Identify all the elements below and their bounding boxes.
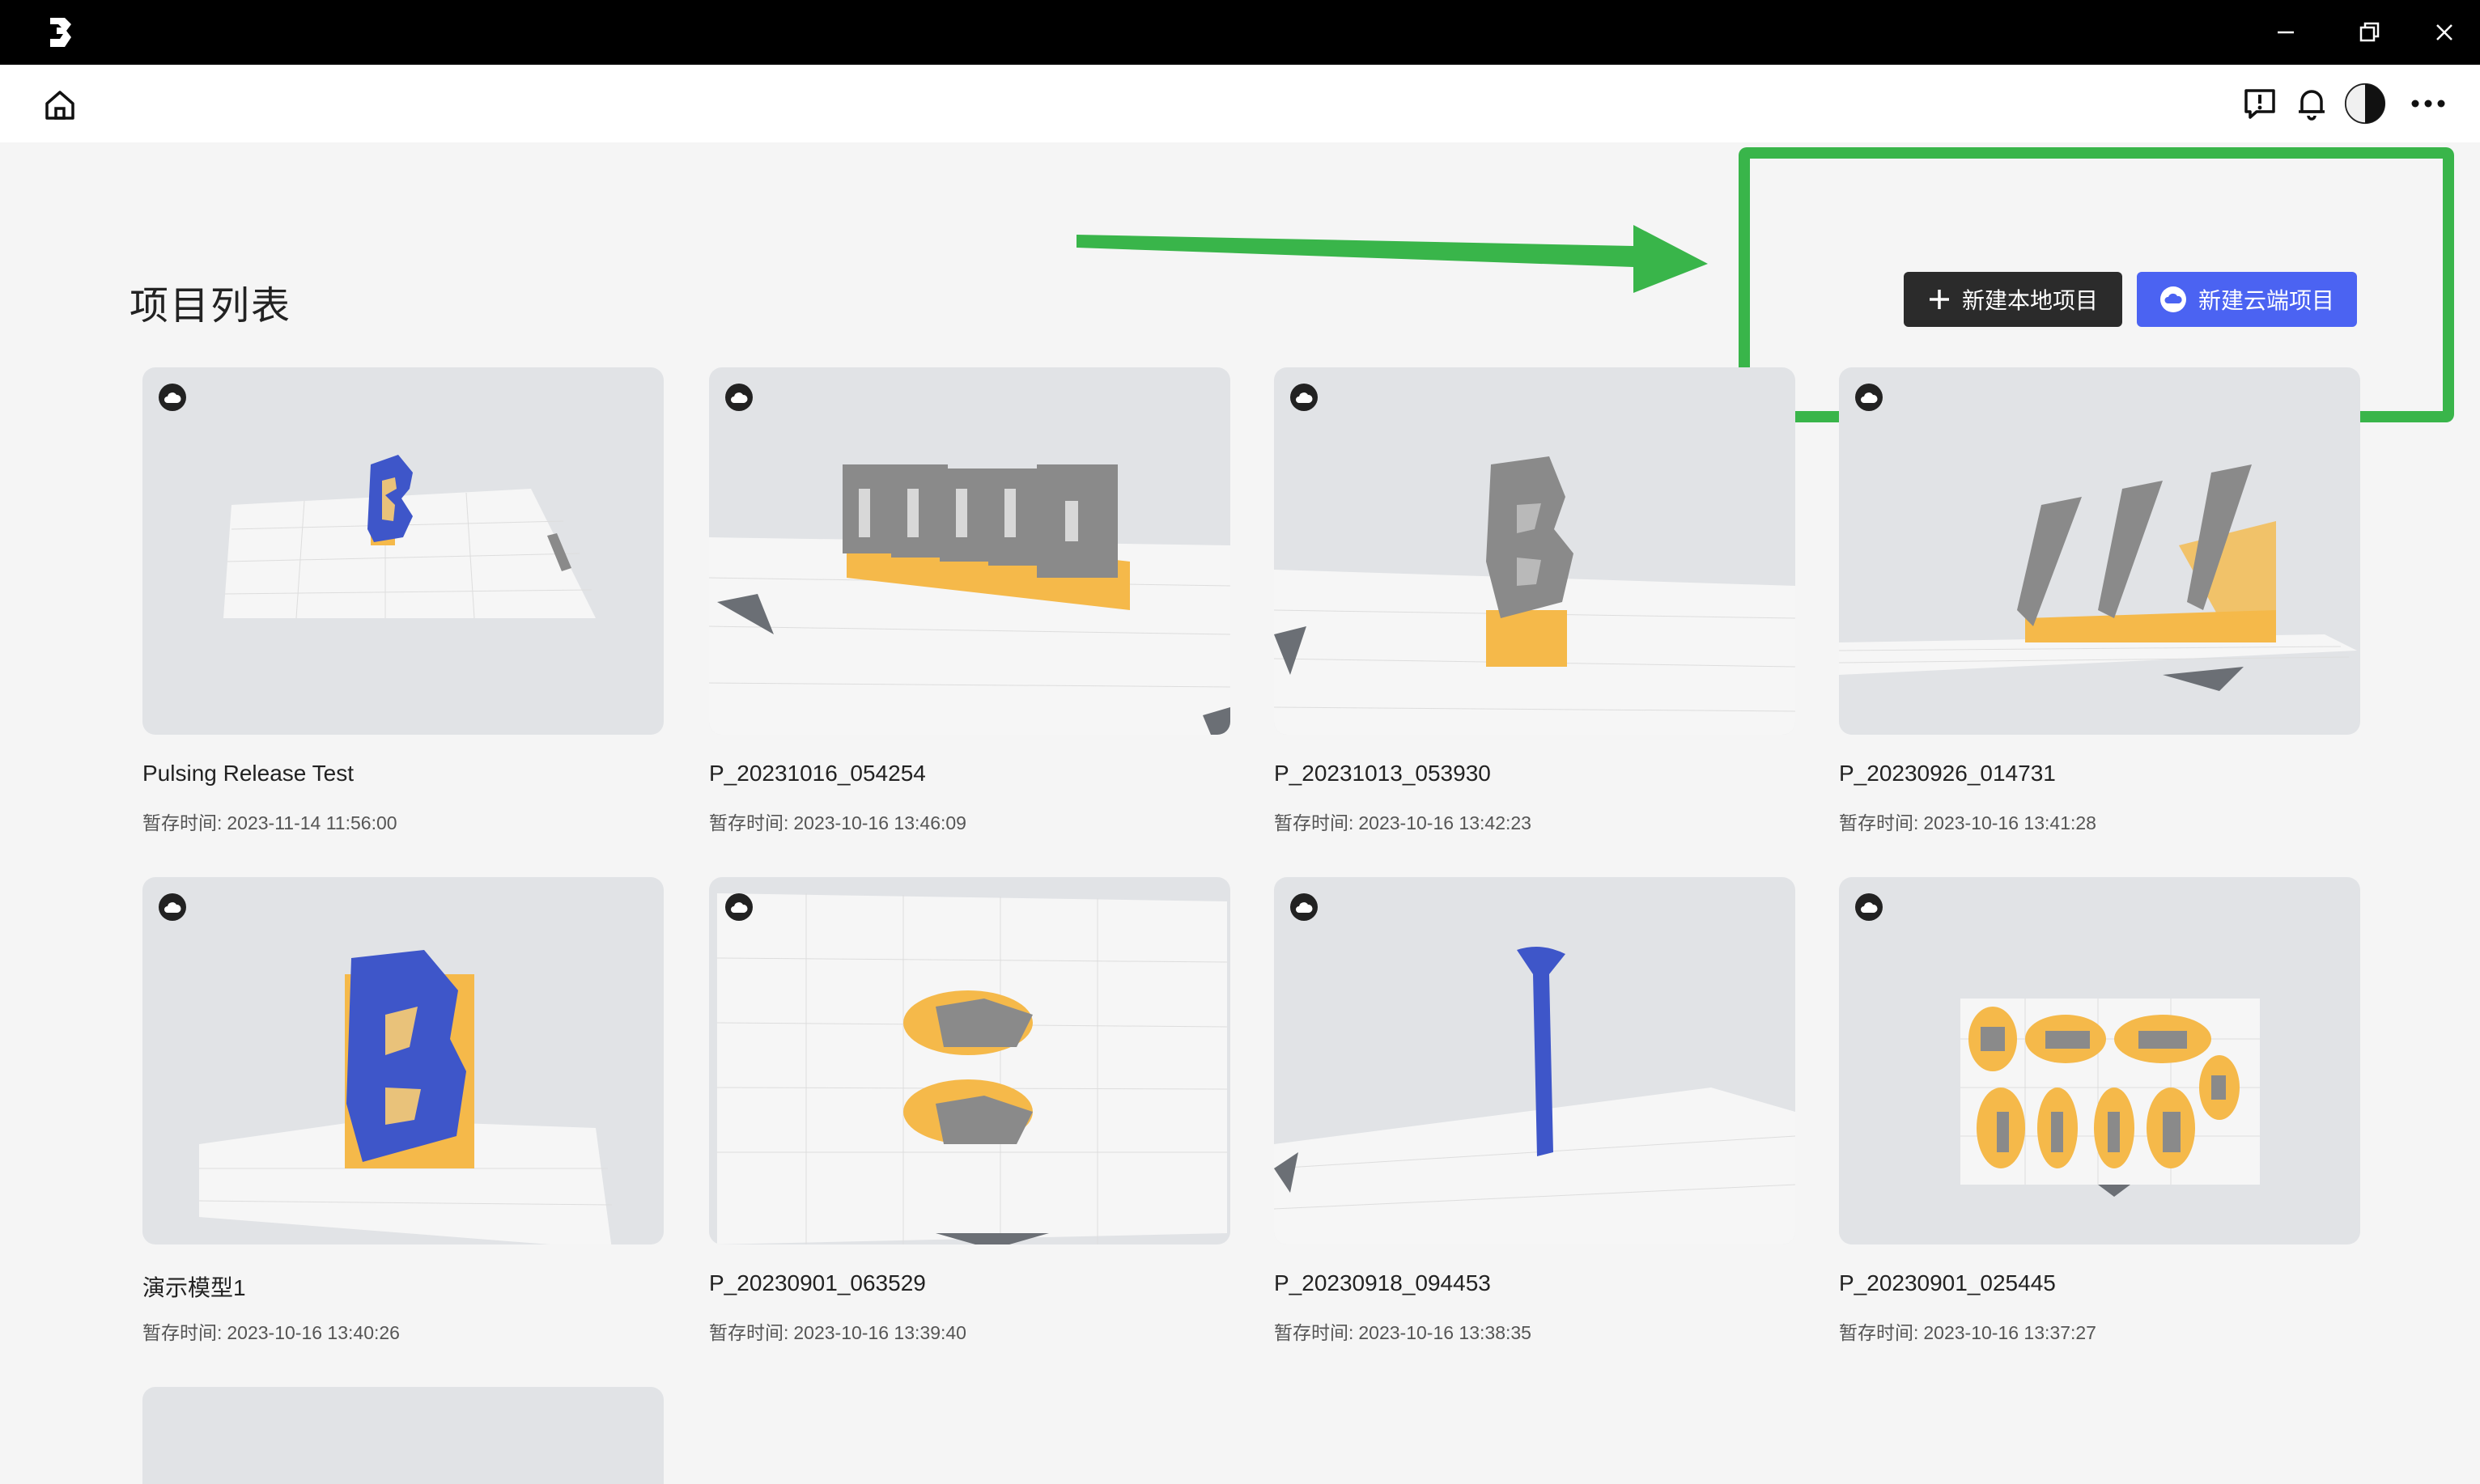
close-icon bbox=[2435, 23, 2454, 42]
project-thumbnail[interactable] bbox=[709, 877, 1230, 1244]
project-name: P_20230918_094453 bbox=[1274, 1270, 1491, 1295]
title-bar bbox=[0, 0, 2480, 65]
save-time-label: 暂存时间: bbox=[1839, 1322, 1919, 1343]
save-time-value: 2023-10-16 13:37:27 bbox=[1923, 1322, 2096, 1343]
project-save-time: 暂存时间: 2023-10-16 13:39:40 bbox=[709, 1317, 966, 1345]
save-time-value: 2023-10-16 13:40:26 bbox=[227, 1322, 400, 1343]
project-save-time: 暂存时间: 2023-10-16 13:37:27 bbox=[1839, 1317, 2096, 1345]
close-button[interactable] bbox=[2409, 0, 2480, 65]
save-time-value: 2023-10-16 13:38:35 bbox=[1358, 1322, 1531, 1343]
save-time-value: 2023-10-16 13:46:09 bbox=[793, 812, 966, 833]
project-save-time: 暂存时间: 2023-10-16 13:38:35 bbox=[1274, 1317, 1531, 1345]
save-time-value: 2023-10-16 13:42:23 bbox=[1358, 812, 1531, 833]
project-name: P_20230901_063529 bbox=[709, 1270, 926, 1295]
cloud-sync-icon bbox=[1855, 893, 1883, 921]
save-time-label: 暂存时间: bbox=[1274, 812, 1354, 833]
save-time-label: 暂存时间: bbox=[142, 812, 223, 833]
project-save-time: 暂存时间: 2023-11-14 11:56:00 bbox=[142, 808, 397, 835]
project-card[interactable]: P_20230926_014731 暂存时间: 2023-10-16 13:41:… bbox=[1839, 367, 2360, 833]
project-save-time: 暂存时间: 2023-10-16 13:46:09 bbox=[709, 808, 966, 835]
project-card[interactable]: P_20230901_063529 暂存时间: 2023-10-16 13:39:… bbox=[709, 877, 1230, 1343]
cloud-sync-icon bbox=[159, 893, 186, 921]
project-thumbnail[interactable] bbox=[142, 1387, 664, 1484]
theme-toggle-icon[interactable] bbox=[2344, 83, 2386, 125]
page-title: 项目列表 bbox=[130, 285, 292, 328]
minimize-button[interactable] bbox=[2250, 0, 2321, 65]
save-time-value: 2023-10-16 13:39:40 bbox=[793, 1322, 966, 1343]
save-time-label: 暂存时间: bbox=[1839, 812, 1919, 833]
project-save-time: 暂存时间: 2023-10-16 13:40:26 bbox=[142, 1317, 400, 1345]
cloud-sync-icon bbox=[1290, 384, 1318, 411]
project-name: 演示模型1 bbox=[142, 1275, 246, 1300]
project-name: P_20231016_054254 bbox=[709, 761, 926, 786]
maximize-icon bbox=[2359, 21, 2381, 44]
project-card[interactable]: P_20231016_054254 暂存时间: 2023-10-16 13:46:… bbox=[709, 367, 1230, 833]
cloud-sync-icon bbox=[1290, 893, 1318, 921]
project-name: P_20230901_025445 bbox=[1839, 1270, 2056, 1295]
app-header bbox=[0, 65, 2480, 142]
project-name: Pulsing Release Test bbox=[142, 761, 354, 786]
project-thumbnail[interactable] bbox=[142, 877, 664, 1244]
annotation-arrow bbox=[1077, 225, 1708, 293]
cloud-sync-icon bbox=[725, 893, 753, 921]
feedback-icon[interactable] bbox=[2239, 83, 2281, 125]
save-time-value: 2023-11-14 11:56:00 bbox=[227, 812, 397, 833]
project-save-time: 暂存时间: 2023-10-16 13:42:23 bbox=[1274, 808, 1531, 835]
save-time-label: 暂存时间: bbox=[142, 1322, 223, 1343]
save-time-label: 暂存时间: bbox=[709, 1322, 789, 1343]
bell-icon[interactable] bbox=[2291, 83, 2333, 125]
project-name: P_20230926_014731 bbox=[1839, 761, 2056, 786]
cloud-sync-icon bbox=[159, 384, 186, 411]
maximize-button[interactable] bbox=[2334, 0, 2406, 65]
project-thumbnail[interactable] bbox=[709, 367, 1230, 735]
project-save-time: 暂存时间: 2023-10-16 13:41:28 bbox=[1839, 808, 2096, 835]
project-thumbnail[interactable] bbox=[1839, 877, 2360, 1244]
save-time-label: 暂存时间: bbox=[709, 812, 789, 833]
cloud-sync-icon bbox=[725, 384, 753, 411]
home-icon[interactable] bbox=[42, 87, 78, 123]
project-card[interactable]: Pulsing Release Test 暂存时间: 2023-11-14 11:… bbox=[142, 367, 664, 833]
save-time-label: 暂存时间: bbox=[1274, 1322, 1354, 1343]
app-logo-icon bbox=[42, 15, 78, 50]
save-time-value: 2023-10-16 13:41:28 bbox=[1923, 812, 2096, 833]
minimize-icon bbox=[2276, 23, 2295, 42]
project-thumbnail[interactable] bbox=[1274, 877, 1795, 1244]
project-card[interactable] bbox=[142, 1387, 664, 1484]
project-thumbnail[interactable] bbox=[142, 367, 664, 735]
project-thumbnail[interactable] bbox=[1839, 367, 2360, 735]
project-thumbnail[interactable] bbox=[1274, 367, 1795, 735]
cloud-sync-icon bbox=[1855, 384, 1883, 411]
project-card[interactable]: P_20230918_094453 暂存时间: 2023-10-16 13:38:… bbox=[1274, 877, 1795, 1343]
more-icon[interactable] bbox=[2407, 83, 2449, 125]
project-card[interactable]: P_20230901_025445 暂存时间: 2023-10-16 13:37:… bbox=[1839, 877, 2360, 1343]
project-name: P_20231013_053930 bbox=[1274, 761, 1491, 786]
project-card[interactable]: 演示模型1 暂存时间: 2023-10-16 13:40:26 bbox=[142, 877, 664, 1343]
project-card[interactable]: P_20231013_053930 暂存时间: 2023-10-16 13:42:… bbox=[1274, 367, 1795, 833]
